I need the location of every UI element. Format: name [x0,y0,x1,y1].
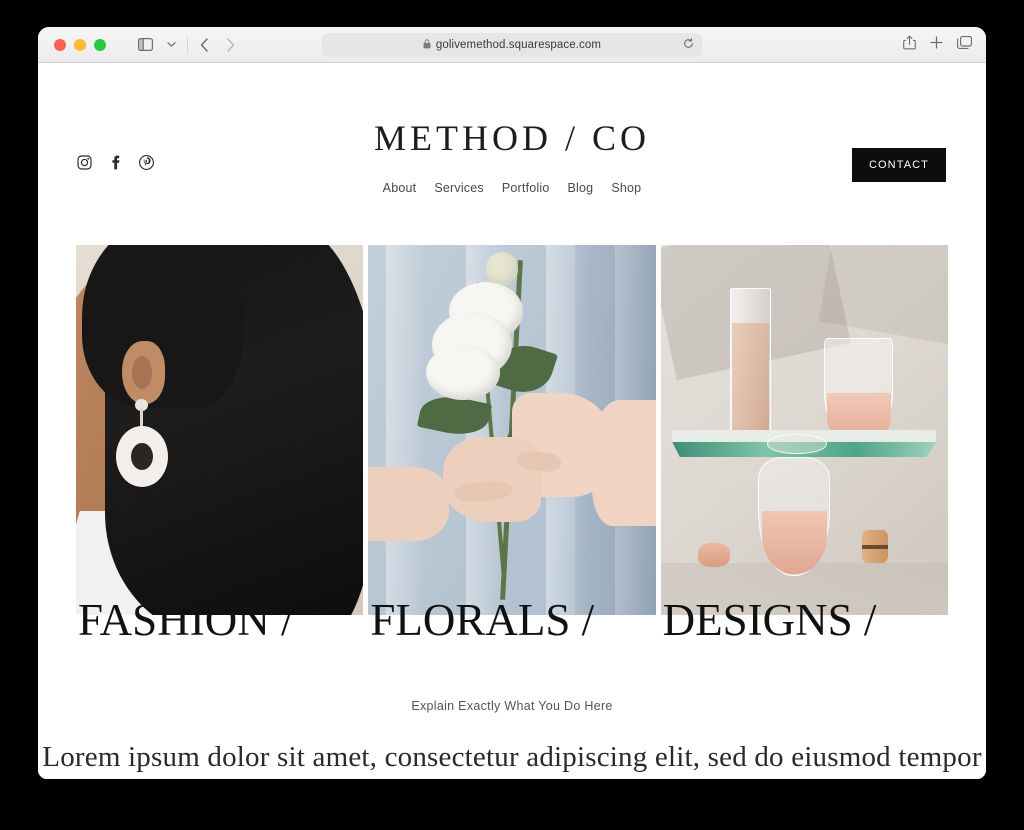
lock-icon [423,39,431,51]
site-logo[interactable]: METHOD / CO [38,63,986,156]
nav-item-blog[interactable]: Blog [568,181,594,195]
category-label-florals: FLORALS / [370,595,595,645]
minimize-window-button[interactable] [74,38,86,51]
tab-overview-icon[interactable] [957,35,972,55]
site-header: METHOD / CO About Services Portfolio Blo… [38,63,986,243]
nav-item-services[interactable]: Services [434,181,484,195]
reload-icon[interactable] [683,36,694,54]
address-bar-url: golivemethod.squarespace.com [435,39,602,51]
category-label-designs: DESIGNS / [662,595,877,645]
pinterest-icon[interactable] [139,155,154,170]
instagram-icon[interactable] [77,155,92,170]
forward-arrow-icon[interactable] [217,33,243,57]
fashion-photo [76,245,364,615]
share-icon[interactable] [903,35,916,55]
sidebar-toggle-icon[interactable] [132,33,158,57]
plus-icon[interactable] [930,36,943,54]
category-gallery: FASHION / FLORALS / DESIGNS / [38,245,986,643]
browser-window: golivemethod.squarespace.com METHOD / CO… [38,27,986,779]
browser-toolbar: golivemethod.squarespace.com [38,27,986,63]
designs-photo [660,245,948,615]
address-bar[interactable]: golivemethod.squarespace.com [322,33,702,57]
toolbar-left-controls [132,33,243,57]
nav-item-portfolio[interactable]: Portfolio [502,181,550,195]
primary-navigation: About Services Portfolio Blog Shop [38,181,986,195]
window-traffic-lights [38,38,106,51]
social-links [77,155,154,170]
toolbar-divider [187,37,188,52]
nav-item-shop[interactable]: Shop [611,181,641,195]
contact-button[interactable]: CONTACT [851,148,946,182]
category-card-designs[interactable]: DESIGNS / [660,245,948,643]
nav-item-about[interactable]: About [383,181,417,195]
back-arrow-icon[interactable] [191,33,217,57]
intro-eyebrow: Explain Exactly What You Do Here [411,699,613,713]
category-card-florals[interactable]: FLORALS / [368,245,656,643]
toolbar-right-controls [903,27,972,63]
category-label-fashion: FASHION / [78,595,294,645]
intro-paragraph: Lorem ipsum dolor sit amet, consectetur … [42,741,982,773]
maximize-window-button[interactable] [94,38,106,51]
category-card-fashion[interactable]: FASHION / [76,245,364,643]
facebook-icon[interactable] [108,155,123,170]
chevron-down-icon[interactable] [158,33,184,57]
web-page-content: METHOD / CO About Services Portfolio Blo… [38,63,986,779]
florals-photo [368,245,656,615]
close-window-button[interactable] [54,38,66,51]
